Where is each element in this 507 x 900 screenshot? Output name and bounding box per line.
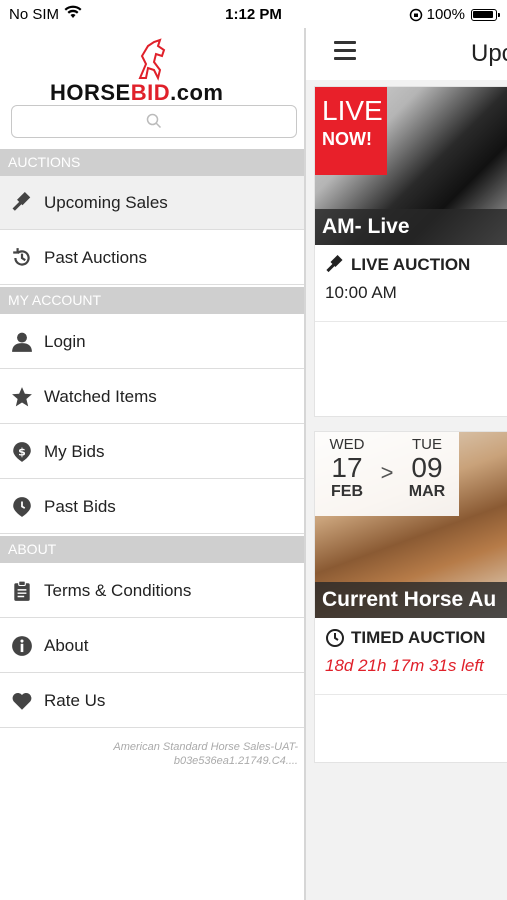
auction-card-timed[interactable]: WED 17 FEB > TUE 09 MAR Current Horse Au… <box>314 431 507 763</box>
sidebar-item-upcoming-sales[interactable]: Upcoming Sales <box>0 176 304 230</box>
user-icon <box>12 332 32 352</box>
clipboard-icon <box>14 580 30 601</box>
section-about: ABOUT <box>0 536 304 563</box>
end-date: TUE 09 MAR <box>408 436 446 500</box>
auction-caption: Current Horse Au <box>315 582 507 618</box>
sidebar-item-label: Rate Us <box>44 690 106 710</box>
sidebar-item-past-bids[interactable]: Past Bids <box>0 480 304 534</box>
history-icon <box>13 247 30 266</box>
sidebar-item-label: My Bids <box>44 441 105 461</box>
version-text: American Standard Horse Sales-UAT- b03e5… <box>113 741 298 767</box>
auction-time: 10:00 AM <box>325 283 397 302</box>
time-left: 18d 21h 17m 31s left <box>325 656 484 675</box>
sidebar-item-label: Past Auctions <box>44 247 148 267</box>
auction-card-live[interactable]: LIVE NOW! AM- Live LIVE AUCTION 10:00 AM <box>314 86 507 417</box>
star-icon <box>12 386 32 406</box>
sidebar-item-login[interactable]: Login <box>0 315 304 369</box>
gavel-icon <box>12 191 31 211</box>
horse-logo-icon <box>138 38 166 81</box>
svg-text:$: $ <box>18 445 26 458</box>
sidebar-item-terms[interactable]: Terms & Conditions <box>0 564 304 618</box>
menu-icon[interactable] <box>334 41 356 61</box>
dollar-pin-icon: $ <box>13 441 31 462</box>
sidebar-item-label: About <box>44 635 89 655</box>
divider <box>315 321 507 322</box>
sidebar-item-label: Login <box>44 331 86 351</box>
sidebar-item-rate-us[interactable]: Rate Us <box>0 674 304 728</box>
page-title: Upc <box>471 40 507 67</box>
brand-text: HORSEBID.com <box>50 80 224 105</box>
info-icon <box>12 635 32 656</box>
top-bar: Upc <box>306 28 507 80</box>
sidebar-item-label: Terms & Conditions <box>44 580 192 600</box>
sidebar-item-watched-items[interactable]: Watched Items <box>0 370 304 424</box>
clock-icon <box>326 629 344 647</box>
side-drawer: HORSEBID.com AUCTIONS Upcoming Sales Pas… <box>0 28 306 900</box>
search-input[interactable] <box>11 105 297 138</box>
sidebar-item-label: Past Bids <box>44 496 116 516</box>
date-range: WED 17 FEB > TUE 09 MAR <box>315 432 459 516</box>
auction-type: LIVE AUCTION <box>325 255 507 275</box>
auction-image: LIVE NOW! AM- Live <box>315 87 507 245</box>
search-icon <box>146 113 162 129</box>
main-content: Upc LIVE NOW! AM- Live LIVE AUCTION 10:0… <box>306 28 507 900</box>
horsebid-logo: HORSEBID.com <box>50 38 260 105</box>
sidebar-item-about[interactable]: About <box>0 619 304 673</box>
sidebar-item-past-auctions[interactable]: Past Auctions <box>0 231 304 285</box>
auction-type: TIMED AUCTION <box>325 628 507 648</box>
date-arrow: > <box>380 460 394 485</box>
sidebar-item-label: Upcoming Sales <box>44 192 168 212</box>
gavel-icon <box>326 255 343 273</box>
auction-image: WED 17 FEB > TUE 09 MAR Current Horse Au <box>315 432 507 618</box>
section-my-account: MY ACCOUNT <box>0 287 304 314</box>
orientation-lock-icon <box>409 8 422 21</box>
battery-icon <box>471 8 500 21</box>
divider <box>315 694 507 695</box>
battery-percent: 100% <box>426 6 465 23</box>
heart-icon <box>12 692 32 710</box>
start-date: WED 17 FEB <box>329 436 365 500</box>
live-now-badge: LIVE NOW! <box>315 87 387 175</box>
section-auctions: AUCTIONS <box>0 149 304 176</box>
sidebar-item-my-bids[interactable]: $ My Bids <box>0 425 304 479</box>
status-bar: No SIM 1:12 PM 100% <box>0 0 507 28</box>
sidebar-item-label: Watched Items <box>44 386 157 406</box>
auction-caption: AM- Live <box>315 209 507 245</box>
clock-pin-icon <box>13 496 31 517</box>
